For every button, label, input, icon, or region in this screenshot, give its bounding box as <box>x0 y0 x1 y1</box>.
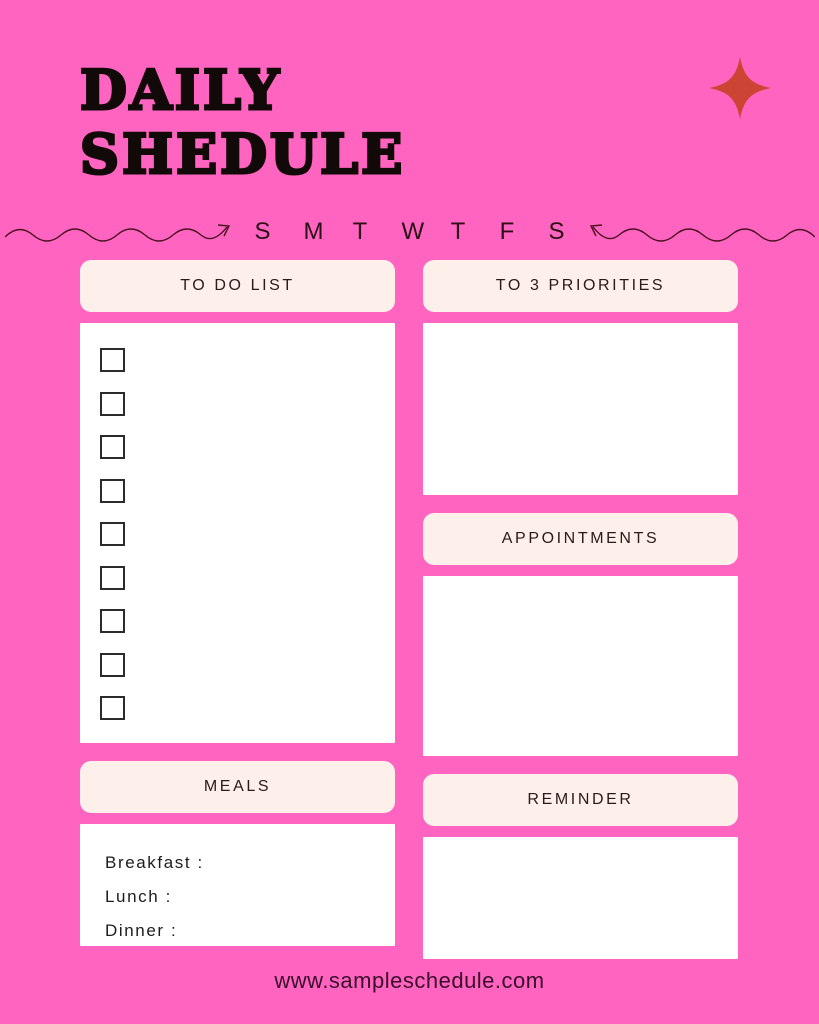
footer: www.sampleschedule.com <box>0 968 819 994</box>
todo-row[interactable] <box>100 652 395 697</box>
todo-checkbox[interactable] <box>100 435 125 459</box>
priorities-header: TO 3 PRIORITIES <box>423 260 738 312</box>
day-letter-friday: F <box>499 218 516 245</box>
todo-row[interactable] <box>100 565 395 610</box>
todo-checkbox[interactable] <box>100 696 125 720</box>
meals-header-label: MEALS <box>203 778 272 795</box>
todo-row[interactable] <box>100 391 395 436</box>
meals-panel[interactable]: Breakfast : Lunch : Dinner : <box>80 824 395 946</box>
meal-line-dinner: Dinner : <box>105 921 178 940</box>
todo-checkbox[interactable] <box>100 522 125 546</box>
meal-line-breakfast: Breakfast : <box>105 853 204 872</box>
left-column: TO DO LIST MEALS Breakfast : Lunch : Din… <box>80 260 395 946</box>
day-letter-tuesday: T <box>352 218 369 245</box>
todo-checkbox[interactable] <box>100 565 125 590</box>
day-letters-group: S M T W T F S <box>237 218 583 246</box>
todo-row[interactable] <box>100 696 395 740</box>
squiggle-arrow-left-icon <box>589 224 815 242</box>
day-letter-monday: M <box>303 218 325 245</box>
todo-row[interactable] <box>100 522 395 566</box>
todo-row[interactable] <box>100 478 395 523</box>
appointments-header-label: APPOINTMENTS <box>501 530 660 547</box>
todo-row[interactable] <box>100 348 395 392</box>
appointments-header: APPOINTMENTS <box>423 513 738 565</box>
day-letter-saturday: S <box>548 218 566 245</box>
page-title: DAILY SHEDULE <box>79 57 600 188</box>
title-line-2: SHEDULE <box>79 121 406 188</box>
todo-checkbox[interactable] <box>100 652 125 677</box>
right-column: TO 3 PRIORITIES APPOINTMENTS REMINDER <box>423 260 738 959</box>
meal-line-lunch: Lunch : <box>105 887 172 906</box>
title-line-1: DAILY <box>79 57 283 124</box>
day-letter-wednesday: W <box>401 218 426 245</box>
todo-checkbox[interactable] <box>100 609 125 633</box>
meals-header: MEALS <box>80 761 395 813</box>
todo-list-header-label: TO DO LIST <box>180 277 295 294</box>
todo-list-header: TO DO LIST <box>80 260 395 312</box>
priorities-header-label: TO 3 PRIORITIES <box>495 277 666 294</box>
todo-checkbox[interactable] <box>100 391 125 416</box>
daily-schedule-page: DAILY SHEDULE S M T W T F S TO DO LIST M… <box>0 0 819 1024</box>
footer-url[interactable]: www.sampleschedule.com <box>274 968 544 993</box>
reminder-panel[interactable] <box>423 837 738 959</box>
days-of-week-row: S M T W T F S <box>0 210 819 254</box>
todo-checkbox[interactable] <box>100 478 125 503</box>
todo-row[interactable] <box>100 609 395 653</box>
todo-row[interactable] <box>100 435 395 479</box>
day-letter-thursday: T <box>450 218 467 245</box>
reminder-header: REMINDER <box>423 774 738 826</box>
priorities-panel[interactable] <box>423 323 738 495</box>
reminder-header-label: REMINDER <box>527 791 634 808</box>
four-point-star-icon <box>707 55 773 121</box>
squiggle-arrow-right-icon <box>4 224 230 242</box>
appointments-panel[interactable] <box>423 576 738 756</box>
todo-list-panel[interactable] <box>80 323 395 743</box>
todo-checkbox[interactable] <box>100 348 125 372</box>
day-letter-sunday: S <box>254 218 272 245</box>
